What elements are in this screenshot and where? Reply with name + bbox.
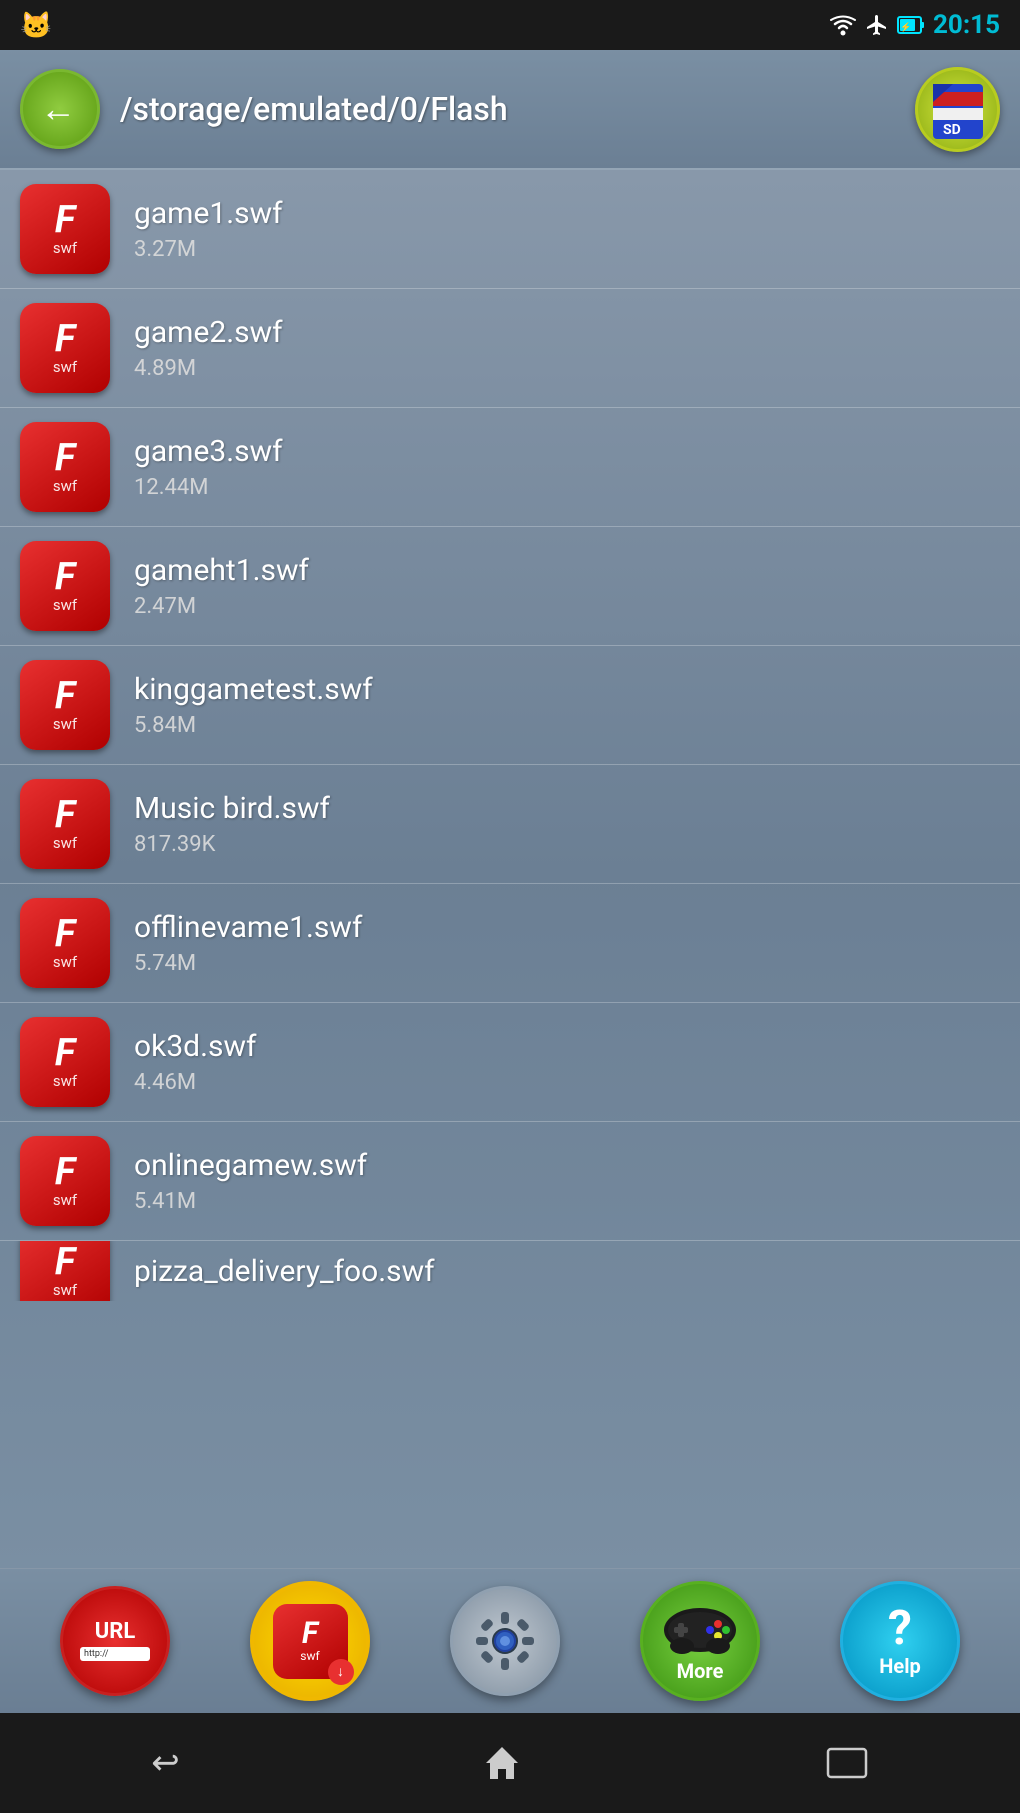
list-item[interactable]: F swf kinggametest.swf 5.84M	[0, 646, 1020, 765]
gamepad-icon	[660, 1600, 740, 1655]
more-label: More	[677, 1659, 724, 1683]
file-size: 3.27M	[134, 237, 283, 262]
file-name: pizza_delivery_foo.swf	[134, 1254, 435, 1289]
list-item[interactable]: F swf ok3d.swf 4.46M	[0, 1003, 1020, 1122]
file-size: 5.74M	[134, 951, 362, 976]
status-bar-left: 🐱	[20, 10, 60, 40]
file-size: 4.89M	[134, 356, 283, 381]
list-item[interactable]: F swf onlinegamew.swf 5.41M	[0, 1122, 1020, 1241]
file-size: 5.41M	[134, 1189, 367, 1214]
list-item[interactable]: F swf Music bird.swf 817.39K	[0, 765, 1020, 884]
file-name: gameht1.swf	[134, 553, 309, 588]
nav-back-button[interactable]: ↩	[121, 1733, 210, 1793]
svg-text:SD: SD	[943, 122, 961, 138]
file-size: 12.44M	[134, 475, 283, 500]
nav-recent-button[interactable]	[795, 1736, 899, 1790]
download-icon: F swf ↓	[273, 1604, 348, 1679]
url-label: URL	[95, 1621, 136, 1643]
help-label: Help	[879, 1654, 920, 1678]
list-item[interactable]: F swf game1.swf 3.27M	[0, 170, 1020, 289]
swf-file-icon: F swf	[20, 422, 110, 512]
settings-button[interactable]	[450, 1586, 560, 1696]
download-button[interactable]: F swf ↓	[250, 1581, 370, 1701]
current-path: /storage/emulated/0/Flash	[120, 90, 895, 128]
airplane-icon	[865, 13, 889, 37]
help-button[interactable]: ? Help	[840, 1581, 960, 1701]
swf-file-icon: F swf	[20, 541, 110, 631]
status-bar: 🐱 ⚡ 20:15	[0, 0, 1020, 50]
file-name: onlinegamew.swf	[134, 1148, 367, 1183]
list-item[interactable]: F swf offlinevame1.swf 5.74M	[0, 884, 1020, 1003]
file-name: game3.swf	[134, 434, 283, 469]
file-name: game2.swf	[134, 315, 283, 350]
file-name: Music bird.swf	[134, 791, 330, 826]
file-size: 817.39K	[134, 832, 330, 857]
wifi-icon	[829, 14, 857, 36]
file-name: ok3d.swf	[134, 1029, 256, 1064]
file-name: kinggametest.swf	[134, 672, 373, 707]
swf-file-icon: F swf	[20, 1241, 110, 1301]
file-name: offlinevame1.swf	[134, 910, 362, 945]
status-time: 20:15	[933, 10, 1000, 40]
swf-file-icon: F swf	[20, 898, 110, 988]
url-bar: http://	[80, 1647, 150, 1661]
list-item[interactable]: F swf game2.swf 4.89M	[0, 289, 1020, 408]
file-size: 4.46M	[134, 1070, 256, 1095]
bottom-toolbar: URL http:// F swf ↓	[0, 1568, 1020, 1713]
file-size: 2.47M	[134, 594, 309, 619]
nav-bar: ↩	[0, 1713, 1020, 1813]
back-button[interactable]: ←	[20, 69, 100, 149]
nav-home-icon	[482, 1743, 522, 1783]
file-name: game1.swf	[134, 196, 283, 231]
back-arrow-icon: ←	[40, 88, 76, 130]
gear-icon	[470, 1606, 540, 1676]
swf-file-icon: F swf	[20, 184, 110, 274]
svg-text:⚡: ⚡	[900, 21, 911, 33]
list-item[interactable]: F swf gameht1.swf 2.47M	[0, 527, 1020, 646]
nav-recent-icon	[825, 1746, 869, 1780]
list-item[interactable]: F swf pizza_delivery_foo.swf	[0, 1241, 1020, 1301]
swf-file-icon: F swf	[20, 1017, 110, 1107]
swf-file-icon: F swf	[20, 660, 110, 750]
cat-icon: 🐱	[20, 10, 60, 40]
url-bar-text: http://	[84, 1649, 109, 1659]
url-button[interactable]: URL http://	[60, 1586, 170, 1696]
nav-home-button[interactable]	[452, 1733, 552, 1793]
svg-text:🐱: 🐱	[20, 11, 52, 40]
file-size: 5.84M	[134, 713, 373, 738]
status-bar-right: ⚡ 20:15	[829, 10, 1000, 40]
swf-file-icon: F swf	[20, 1136, 110, 1226]
list-item[interactable]: F swf game3.swf 12.44M	[0, 408, 1020, 527]
more-button[interactable]: More	[640, 1581, 760, 1701]
sd-card-button[interactable]: SD	[915, 67, 1000, 152]
help-icon: ?	[888, 1604, 912, 1652]
header: ← /storage/emulated/0/Flash SD	[0, 50, 1020, 170]
battery-icon: ⚡	[897, 14, 925, 36]
nav-back-icon: ↩	[151, 1743, 180, 1783]
file-list: F swf game1.swf 3.27M F swf game2.swf 4.…	[0, 170, 1020, 1568]
swf-file-icon: F swf	[20, 779, 110, 869]
swf-file-icon: F swf	[20, 303, 110, 393]
sd-card-icon: SD	[923, 74, 993, 144]
